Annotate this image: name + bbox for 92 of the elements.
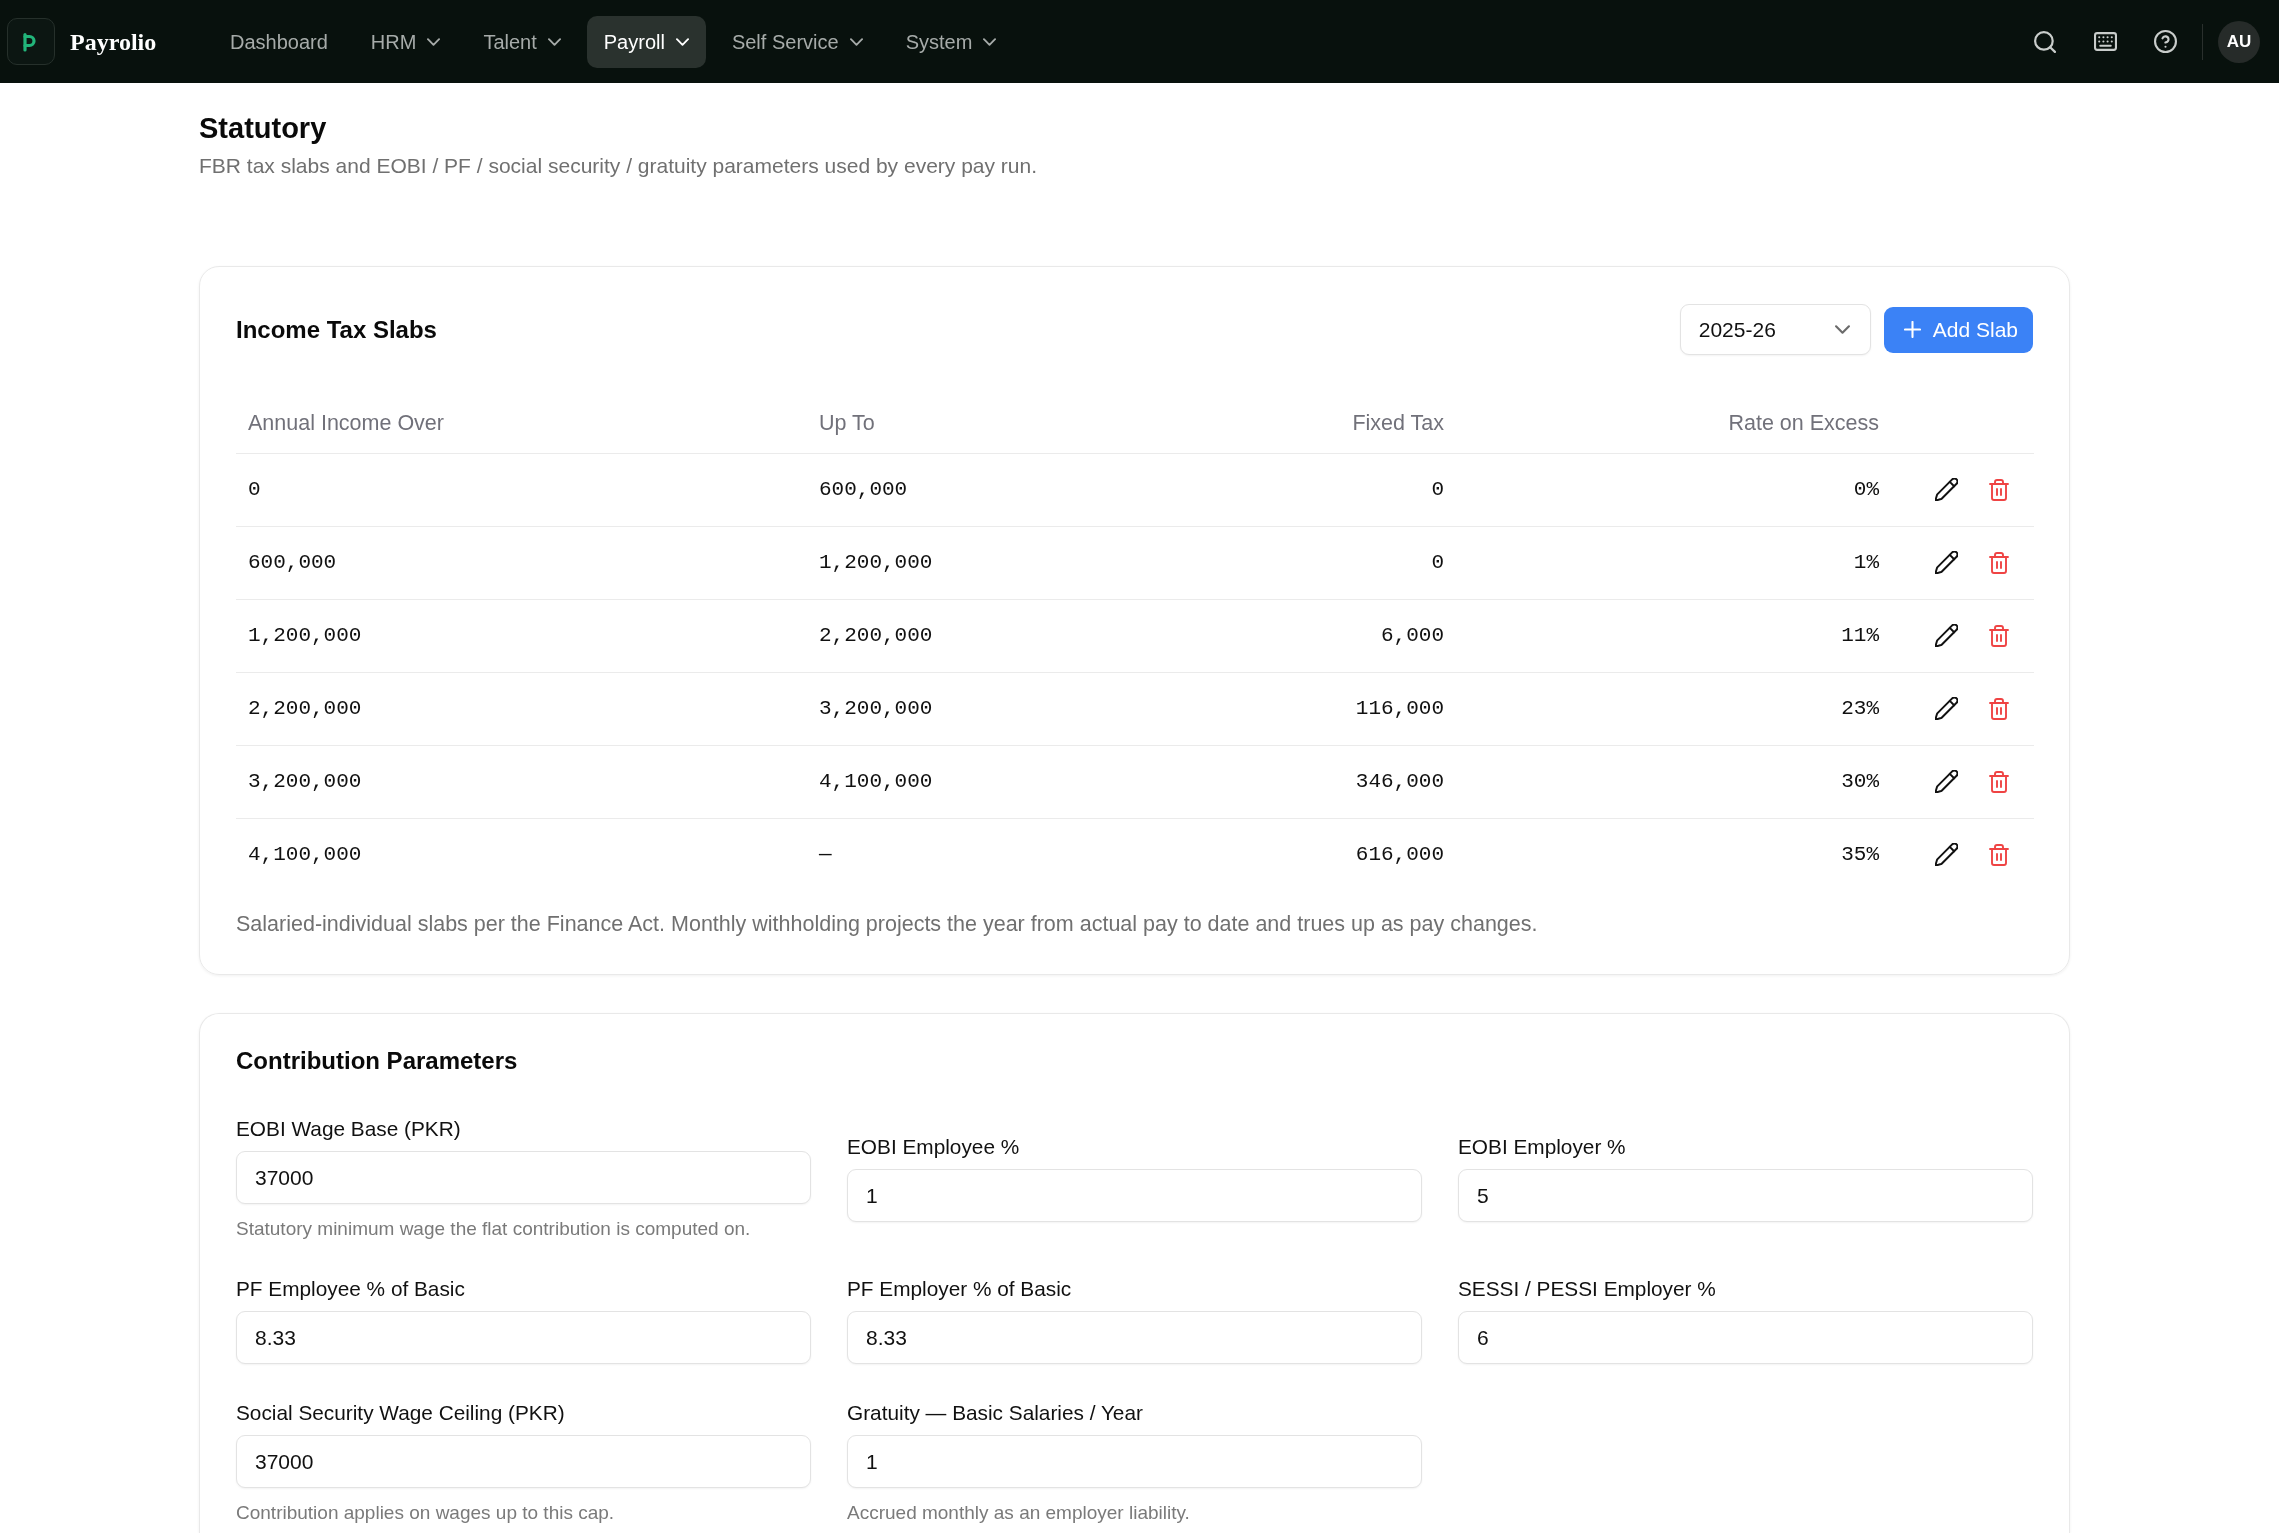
- help-icon: [2153, 30, 2177, 53]
- input-field[interactable]: 1: [847, 1169, 1422, 1222]
- table-cell: 3,200,000: [248, 769, 362, 793]
- pencil-icon: [1935, 624, 1958, 647]
- chevron-down-icon: [1834, 325, 1850, 334]
- avatar-button[interactable]: AU: [2218, 20, 2260, 63]
- edit-button[interactable]: [1935, 551, 1958, 574]
- trash-icon: [1989, 478, 2009, 501]
- table-cell: 11%: [1841, 623, 1879, 647]
- input-field[interactable]: 6: [1458, 1311, 2033, 1364]
- page-subtitle: FBR tax slabs and EOBI / PF / social security / gratuity parameters used by every pay run.: [199, 153, 1038, 179]
- table-cell: 0%: [1853, 477, 1879, 501]
- pencil-icon: [1935, 697, 1958, 720]
- field-label: PF Employee % of Basic: [236, 1277, 466, 1301]
- table-cell: 2,200,000: [248, 696, 362, 720]
- nav-tab[interactable]: Dashboard: [213, 15, 345, 68]
- section-title: Contribution Parameters: [236, 1046, 519, 1076]
- input-field[interactable]: 37000: [236, 1435, 811, 1488]
- table-cell: 0: [1431, 477, 1444, 501]
- delete-button[interactable]: [1989, 843, 2009, 866]
- trash-icon: [1989, 551, 2009, 574]
- table-cell: 6,000: [1381, 623, 1444, 647]
- table-cell: —: [819, 843, 832, 866]
- nav-tab[interactable]: HRM: [353, 15, 458, 68]
- input-field[interactable]: 1: [847, 1435, 1422, 1488]
- field-label: PF Employer % of Basic: [847, 1277, 1073, 1301]
- table-note: Salaried-individual slabs per the Finance Act. Monthly withholding projects the year from actual pay to date and trues up as pay changes.: [236, 911, 1539, 938]
- table-cell: 0: [1431, 550, 1444, 574]
- edit-button[interactable]: [1935, 697, 1958, 720]
- input-field[interactable]: 8.33: [847, 1311, 1422, 1364]
- table-cell: 4,100,000: [248, 843, 362, 866]
- table-cell: 346,000: [1355, 769, 1444, 793]
- table-cell: 1%: [1853, 550, 1879, 574]
- field-label: EOBI Employer %: [1458, 1135, 1627, 1159]
- pencil-icon: [1935, 770, 1958, 793]
- table-cell: 1,200,000: [248, 623, 362, 647]
- delete-button[interactable]: [1989, 624, 2009, 647]
- table-cell: 1,200,000: [819, 550, 933, 574]
- section-title: Income Tax Slabs: [236, 314, 437, 345]
- trash-icon: [1989, 624, 2009, 647]
- pencil-icon: [1935, 551, 1958, 574]
- column-header: Up To: [819, 410, 875, 435]
- plus-icon: [1903, 321, 1921, 338]
- table-cell: 30%: [1841, 769, 1879, 793]
- column-header: Rate on Excess: [1728, 410, 1879, 435]
- edit-button[interactable]: [1935, 478, 1958, 501]
- trash-icon: [1989, 770, 2009, 793]
- brand-name: Payrolio: [70, 27, 157, 57]
- nav-tab[interactable]: Talent: [466, 15, 578, 68]
- column-header: Fixed Tax: [1352, 410, 1444, 435]
- logo-icon: [7, 18, 55, 65]
- pencil-icon: [1935, 843, 1958, 867]
- keyboard-icon: [2093, 32, 2117, 51]
- input-field[interactable]: 37000: [236, 1151, 811, 1204]
- add-slab-button[interactable]: Add Slab: [1883, 306, 2033, 353]
- edit-button[interactable]: [1935, 624, 1958, 647]
- help-text: Accrued monthly as an employer liability.: [847, 1502, 1191, 1524]
- table-cell: 3,200,000: [819, 696, 933, 720]
- help-text: Contribution applies on wages up to this cap.: [236, 1502, 616, 1524]
- input-field[interactable]: 5: [1458, 1169, 2033, 1222]
- table-cell: 616,000: [1355, 843, 1444, 866]
- trash-icon: [1989, 697, 2009, 720]
- search-icon: [2034, 30, 2056, 53]
- delete-button[interactable]: [1989, 551, 2009, 574]
- input-field[interactable]: 8.33: [236, 1311, 811, 1364]
- trash-icon: [1989, 843, 2009, 866]
- field-label: Gratuity — Basic Salaries / Year: [847, 1401, 1144, 1425]
- delete-button[interactable]: [1989, 478, 2009, 501]
- delete-button[interactable]: [1989, 770, 2009, 793]
- table-cell: 600,000: [819, 477, 908, 501]
- table-cell: 23%: [1841, 696, 1879, 720]
- edit-button[interactable]: [1935, 770, 1958, 793]
- help-text: Statutory minimum wage the flat contribution is computed on.: [236, 1218, 752, 1240]
- field-label: Social Security Wage Ceiling (PKR): [236, 1401, 566, 1425]
- pencil-icon: [1935, 478, 1958, 501]
- table-cell: 35%: [1841, 843, 1879, 866]
- table-cell: 116,000: [1355, 696, 1444, 720]
- nav-tab[interactable]: Payroll: [586, 15, 706, 68]
- edit-button[interactable]: [1935, 843, 1958, 867]
- field-label: EOBI Wage Base (PKR): [236, 1117, 462, 1141]
- column-header: Annual Income Over: [248, 410, 444, 435]
- table-cell: 4,100,000: [819, 769, 933, 793]
- year-select[interactable]: 2025-26: [1679, 304, 1871, 355]
- field-label: EOBI Employee %: [847, 1135, 1021, 1159]
- nav-tab[interactable]: System: [888, 15, 1014, 68]
- nav-tab[interactable]: Self Service: [714, 15, 880, 68]
- table-cell: 0: [248, 477, 261, 501]
- field-label: SESSI / PESSI Employer %: [1458, 1277, 1717, 1301]
- table-cell: 600,000: [248, 550, 337, 574]
- page-title: Statutory: [199, 111, 328, 146]
- delete-button[interactable]: [1989, 697, 2009, 720]
- table-cell: 2,200,000: [819, 623, 933, 647]
